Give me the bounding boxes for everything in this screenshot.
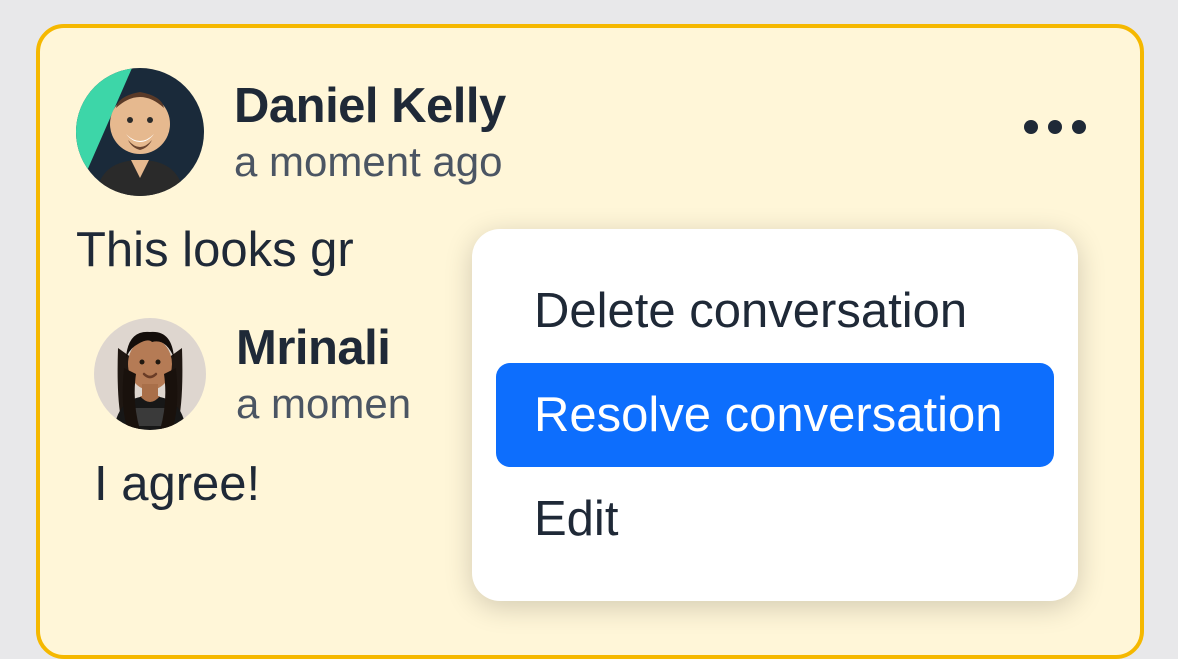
comment-header-text: Daniel Kelly a moment ago	[234, 68, 506, 186]
menu-item-delete-conversation[interactable]: Delete conversation	[496, 259, 1054, 363]
author-name: Daniel Kelly	[234, 78, 506, 134]
comment-header: Daniel Kelly a moment ago	[76, 68, 1104, 196]
avatar	[76, 68, 204, 196]
more-options-button[interactable]	[1024, 120, 1086, 134]
dots-horizontal-icon	[1072, 120, 1086, 134]
conversation-card: Daniel Kelly a moment ago This looks gr	[36, 24, 1144, 659]
timestamp: a moment ago	[234, 138, 506, 186]
menu-item-resolve-conversation[interactable]: Resolve conversation	[496, 363, 1054, 467]
avatar	[94, 318, 206, 430]
timestamp: a momen	[236, 380, 411, 428]
dots-horizontal-icon	[1024, 120, 1038, 134]
actions-dropdown: Delete conversation Resolve conversation…	[472, 229, 1078, 601]
comment-header-text: Mrinali a momen	[236, 318, 411, 428]
menu-item-edit[interactable]: Edit	[496, 467, 1054, 571]
author-name: Mrinali	[236, 320, 411, 376]
dots-horizontal-icon	[1048, 120, 1062, 134]
